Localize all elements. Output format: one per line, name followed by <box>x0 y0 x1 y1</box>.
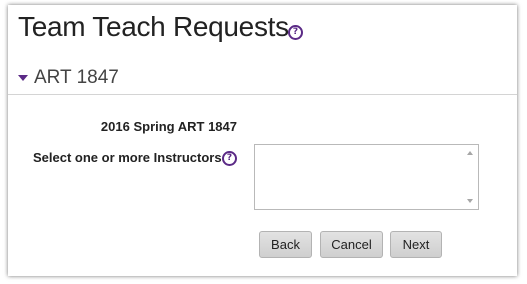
instructors-multiselect[interactable] <box>254 144 479 210</box>
scroll-up-arrow-icon[interactable] <box>467 151 473 155</box>
divider <box>8 94 517 95</box>
cancel-button[interactable]: Cancel <box>320 231 383 258</box>
back-button[interactable]: Back <box>259 231 312 258</box>
help-icon[interactable]: ? <box>288 25 303 40</box>
request-panel: Team Teach Requests ? ART 1847 2016 Spri… <box>8 5 517 276</box>
next-button[interactable]: Next <box>390 231 442 258</box>
page-title: Team Teach Requests <box>18 11 289 42</box>
scroll-down-arrow-icon[interactable] <box>467 199 473 203</box>
caret-down-icon <box>18 75 28 81</box>
instructors-scrollbar[interactable] <box>462 145 478 209</box>
instructors-help-icon[interactable]: ? <box>222 151 237 166</box>
section-toggle-art-1847[interactable]: ART 1847 <box>18 63 119 93</box>
section-label: ART 1847 <box>34 67 119 88</box>
term-course-label: 2016 Spring ART 1847 <box>100 119 237 134</box>
instructors-label: Select one or more Instructors <box>33 150 222 165</box>
